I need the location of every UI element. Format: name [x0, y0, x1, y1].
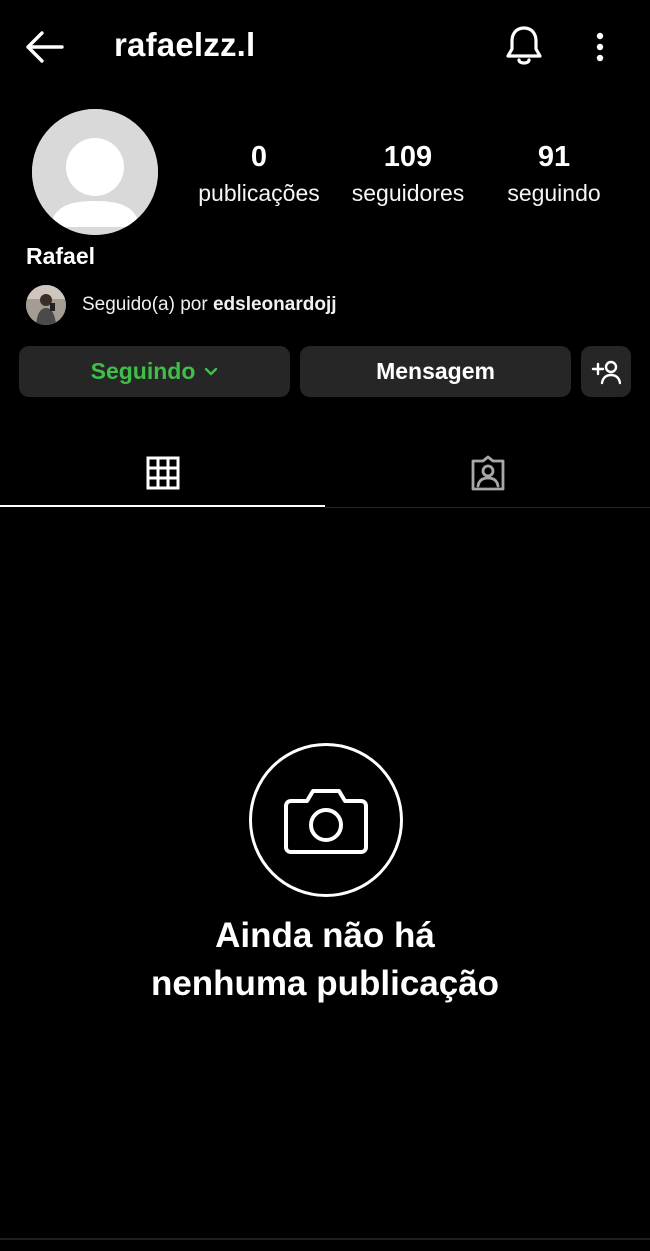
- mutual-prefix: Seguido(a) por: [82, 294, 213, 315]
- camera-icon: [284, 789, 368, 854]
- tagged-user-icon: [471, 455, 504, 491]
- empty-state-title: Ainda não há nenhuma publicação: [0, 912, 650, 1008]
- bottom-divider: [0, 1238, 650, 1240]
- message-button[interactable]: Mensagem: [300, 346, 571, 397]
- following-count: 91: [537, 141, 571, 173]
- suggested-users-button[interactable]: [581, 346, 631, 397]
- mutual-avatar-photo: [26, 285, 66, 325]
- bell-icon: [506, 26, 542, 65]
- empty-state-line-2: nenhuma publicação: [150, 964, 500, 1003]
- stat-followers[interactable]: 109 seguidores: [340, 140, 476, 208]
- mutual-followers-text[interactable]: Seguido(a) por edsleonardojj: [82, 294, 337, 316]
- profile-username: rafaelzz.l: [114, 26, 256, 63]
- arrow-left-icon: [26, 31, 64, 63]
- add-user-icon: [591, 360, 621, 384]
- posts-count: 0: [250, 141, 268, 173]
- display-name: Rafael: [26, 243, 96, 269]
- chevron-down-icon: [204, 367, 218, 377]
- notifications-button[interactable]: [503, 24, 545, 68]
- message-button-label: Mensagem: [376, 358, 495, 384]
- empty-state-line-1: Ainda não há: [215, 916, 435, 955]
- more-options-button[interactable]: [586, 27, 614, 67]
- mutual-follower-avatar[interactable]: [26, 285, 66, 325]
- following-button-label: Seguindo: [90, 358, 196, 384]
- back-button[interactable]: [22, 28, 66, 66]
- stat-posts[interactable]: 0 publicações: [190, 140, 328, 208]
- tab-tagged[interactable]: [325, 440, 650, 506]
- empty-state-icon-circle: [249, 743, 403, 897]
- more-vertical-icon: [596, 32, 604, 62]
- mutual-username: edsleonardojj: [212, 294, 337, 315]
- active-tab-indicator: [0, 505, 325, 507]
- following-button[interactable]: Seguindo: [19, 346, 290, 397]
- stat-following[interactable]: 91 seguindo: [494, 140, 614, 208]
- following-label: seguindo: [507, 180, 601, 206]
- followers-count: 109: [383, 141, 433, 173]
- default-avatar-icon: [32, 109, 158, 235]
- tab-divider: [325, 507, 650, 508]
- followers-label: seguidores: [351, 180, 465, 206]
- tab-grid[interactable]: [0, 440, 325, 506]
- posts-label: publicações: [198, 180, 320, 206]
- profile-avatar[interactable]: [32, 109, 158, 235]
- grid-icon: [146, 456, 179, 490]
